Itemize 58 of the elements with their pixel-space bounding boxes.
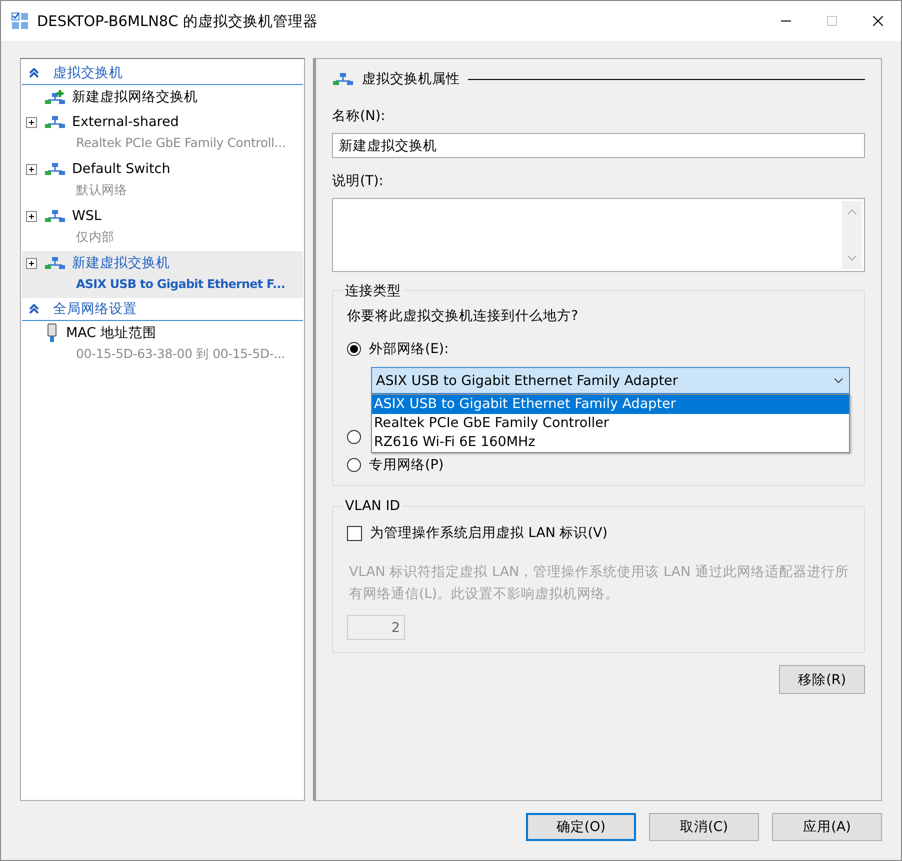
item-detail: 默认网络: [76, 181, 128, 199]
question-text: 你要将此虚拟交换机连接到什么地方?: [347, 307, 580, 325]
dropdown-option[interactable]: RZ616 Wi-Fi 6E 160MHz: [372, 433, 849, 452]
network-switch-icon: [44, 255, 66, 271]
network-switch-icon: [332, 71, 354, 87]
network-switch-icon: [44, 114, 66, 130]
item-detail: 仅内部: [76, 228, 114, 246]
item-name: External-shared: [72, 114, 179, 130]
switch-item[interactable]: Default Switch 默认网络: [22, 157, 303, 204]
switch-item[interactable]: 新建虚拟网络交换机: [22, 85, 303, 110]
switch-item[interactable]: External-shared Realtek PCIe GbE Family Controll...: [22, 110, 303, 157]
add-switch-icon: [44, 89, 66, 105]
app-icon: [11, 12, 29, 30]
item-name: Default Switch: [72, 161, 170, 177]
switch-item[interactable]: 新建虚拟交换机 ASIX USB to Gigabit Ethernet F...: [22, 251, 303, 298]
dialog-button[interactable]: 确定(O): [526, 813, 636, 841]
adapter-dropdown[interactable]: ASIX USB to Gigabit Ethernet Family Adapter: [371, 367, 850, 394]
name-field[interactable]: 新建虚拟交换机: [332, 133, 865, 158]
item-detail: Realtek PCIe GbE Family Controll...: [76, 134, 286, 152]
dropdown-option[interactable]: Realtek PCIe GbE Family Controller: [372, 414, 849, 433]
dialog-button[interactable]: 应用(A): [772, 813, 882, 841]
chevron-down-icon: [834, 378, 843, 384]
expand-icon[interactable]: [26, 164, 37, 174]
section-title: 全局网络设置: [53, 300, 137, 318]
item-detail: 00-15-5D-63-38-00 到 00-15-5D-...: [76, 345, 286, 363]
collapse-icon[interactable]: [29, 68, 39, 78]
field-label: 说明(T):: [332, 172, 384, 190]
window-title: DESKTOP-B6MLN8C 的虚拟交换机管理器: [37, 12, 319, 30]
dialog-button[interactable]: 取消(C): [649, 813, 759, 841]
radio-label: 外部网络(E):: [369, 340, 449, 358]
radio-button[interactable]: [347, 342, 361, 356]
switch-item[interactable]: MAC 地址范围 00-15-5D-63-38-00 到 00-15-5D-...: [22, 321, 303, 368]
radio-label: 专用网络(P): [369, 456, 444, 474]
item-name: 新建虚拟网络交换机: [72, 88, 198, 106]
expand-icon[interactable]: [26, 210, 37, 222]
checkbox-label: 为管理操作系统启用虚拟 LAN 标识(V): [370, 524, 608, 542]
item-name: WSL: [72, 208, 102, 224]
dropdown-option[interactable]: ASIX USB to Gigabit Ethernet Family Adapter: [372, 395, 849, 414]
radio-button[interactable]: [347, 458, 361, 472]
expand-icon[interactable]: [26, 258, 37, 268]
switch-item[interactable]: WSL 仅内部: [22, 204, 303, 251]
item-name: 新建虚拟交换机: [72, 254, 170, 272]
section-title: 虚拟交换机: [53, 64, 123, 82]
vlan-description: VLAN 标识符指定虚拟 LAN，管理操作系统使用该 LAN 通过此网络适配器进行所有网络通信(L)。此设置不影响虚拟机网络。: [349, 563, 850, 604]
section-heading: 虚拟交换机属性: [362, 70, 460, 88]
description-field[interactable]: [332, 198, 865, 272]
field-label: 名称(N):: [332, 107, 386, 125]
radio-button[interactable]: [347, 430, 361, 444]
maximize-icon: [827, 16, 837, 26]
network-switch-icon: [44, 161, 66, 177]
remove-button[interactable]: 移除(R): [779, 665, 865, 694]
network-switch-icon: [44, 208, 66, 224]
collapse-icon[interactable]: [29, 304, 39, 314]
close-icon: [873, 16, 883, 26]
item-detail: ASIX USB to Gigabit Ethernet F...: [76, 276, 285, 293]
expand-icon[interactable]: [26, 116, 37, 128]
item-name: MAC 地址范围: [66, 324, 156, 342]
group-title: 连接类型: [343, 282, 403, 300]
